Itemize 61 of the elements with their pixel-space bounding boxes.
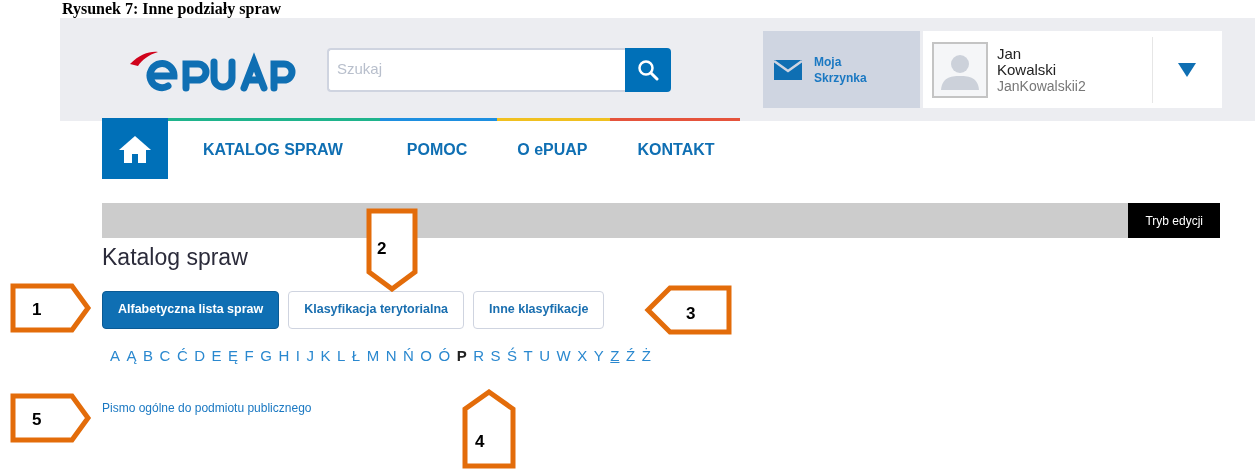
- callout-number: 3: [686, 303, 696, 325]
- letter-link[interactable]: Ł: [351, 344, 361, 367]
- letter-link[interactable]: M: [366, 344, 380, 367]
- home-icon: [118, 133, 152, 164]
- mailbox-label: Moja Skrzynka: [814, 53, 867, 86]
- page-title: Katalog spraw: [102, 243, 248, 272]
- edit-mode-button[interactable]: Tryb edycji: [1128, 203, 1220, 238]
- letter-link[interactable]: O: [420, 344, 433, 367]
- tab[interactable]: Klasyfikacja terytorialna: [288, 290, 465, 329]
- figure-caption: Rysunek 7: Inne podziały spraw: [62, 0, 282, 18]
- callout-number: 1: [32, 299, 42, 321]
- letter-link[interactable]: U: [539, 344, 551, 367]
- tab[interactable]: Inne klasyfikacje: [473, 290, 605, 329]
- callout-number: 2: [377, 238, 387, 260]
- letter-link[interactable]: Ą: [126, 344, 137, 367]
- letter-link[interactable]: J: [306, 344, 314, 367]
- caret-icon: [1178, 62, 1196, 77]
- tab[interactable]: Alfabetyczna lista spraw: [102, 290, 280, 329]
- nav-link[interactable]: O ePUAP: [517, 138, 588, 162]
- letter-link[interactable]: Ć: [176, 344, 188, 367]
- letter-link[interactable]: E: [211, 344, 222, 367]
- letter-link[interactable]: Z: [610, 344, 620, 367]
- letter-link[interactable]: G: [260, 344, 272, 367]
- letter-link[interactable]: Ę: [228, 344, 239, 367]
- letter-link[interactable]: A: [110, 344, 120, 367]
- letter-link[interactable]: Y: [593, 344, 604, 367]
- home-button[interactable]: [102, 118, 168, 179]
- letter-link[interactable]: I: [295, 344, 300, 367]
- letter-link[interactable]: Ś: [507, 344, 518, 367]
- user-name: Jan Kowalski: [997, 45, 1058, 78]
- letter-link[interactable]: T: [523, 344, 533, 367]
- case-link[interactable]: Pismo ogólne do podmiotu publicznego: [102, 399, 1220, 417]
- letter-link[interactable]: Ź: [626, 344, 636, 367]
- letter-link[interactable]: C: [159, 344, 171, 367]
- nav-link[interactable]: KONTAKT: [637, 138, 715, 162]
- letter-link[interactable]: R: [473, 344, 485, 367]
- letter-link[interactable]: S: [490, 344, 501, 367]
- letter-link[interactable]: Ó: [438, 344, 451, 367]
- nav-link[interactable]: POMOC: [406, 138, 468, 162]
- letter-link[interactable]: B: [143, 344, 154, 367]
- letter-link[interactable]: Ż: [641, 344, 651, 367]
- letter-link[interactable]: H: [278, 344, 290, 367]
- letter-link[interactable]: Ń: [403, 344, 414, 367]
- user-login: JanKowalskii2: [997, 77, 1087, 94]
- search-button[interactable]: [625, 47, 671, 92]
- search-icon: [637, 58, 659, 81]
- letter-link[interactable]: P: [456, 344, 467, 367]
- letter-link[interactable]: W: [556, 344, 571, 367]
- search-field[interactable]: Szukaj: [327, 47, 625, 92]
- letter-link[interactable]: N: [385, 344, 397, 367]
- letter-link[interactable]: D: [194, 344, 206, 367]
- callout-number: 4: [475, 431, 485, 453]
- callout-number: 5: [32, 409, 42, 431]
- nav-link[interactable]: KATALOG SPRAW: [203, 138, 343, 162]
- letter-link[interactable]: L: [337, 344, 346, 367]
- letter-link[interactable]: X: [577, 344, 588, 367]
- letter-link[interactable]: K: [320, 344, 331, 367]
- avatar-icon: [932, 41, 988, 98]
- letter-link[interactable]: F: [244, 344, 254, 367]
- envelope-icon: [774, 59, 802, 80]
- mailbox-button[interactable]: Moja Skrzynka: [763, 31, 920, 108]
